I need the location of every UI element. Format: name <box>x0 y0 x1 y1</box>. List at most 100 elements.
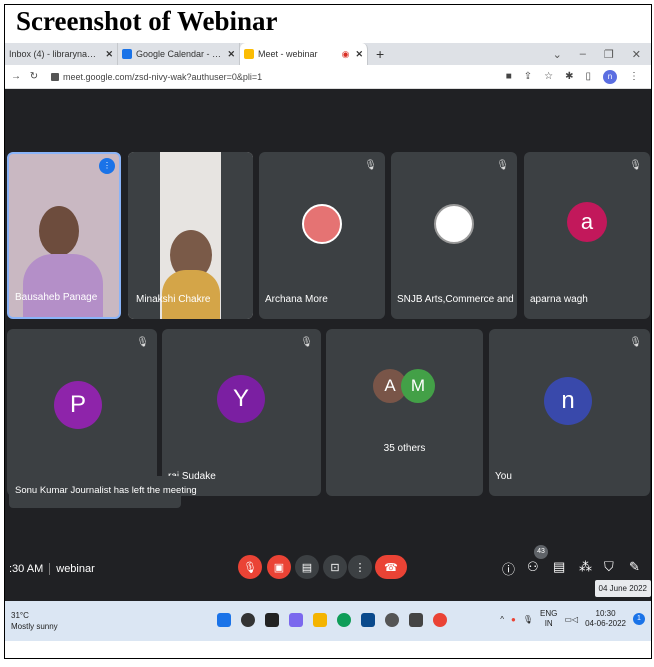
sidepanel-icon[interactable]: ▯ <box>585 71 591 82</box>
participant-tile[interactable]: Minakshi Chakre <box>128 152 253 319</box>
close-icon[interactable]: ✕ <box>105 49 113 60</box>
participant-tile[interactable]: 🎙︎ P <box>7 329 157 496</box>
mic-tray-icon[interactable]: 🎙︎ <box>523 615 533 624</box>
teams-icon[interactable] <box>289 613 303 627</box>
mic-off-icon: 🎙︎ <box>496 160 509 171</box>
host-controls-icon[interactable]: ⛉ <box>604 559 614 575</box>
tab-label: Inbox (4) - librarynacscs@gmail.c <box>9 49 99 59</box>
captions-button[interactable]: ▤ <box>295 555 319 579</box>
menu-icon[interactable]: ⋮ <box>629 71 639 82</box>
profile-avatar[interactable]: n <box>603 69 617 84</box>
search-icon[interactable] <box>241 613 255 627</box>
close-window-icon[interactable]: ✕ <box>632 48 641 61</box>
tray-app-icon[interactable]: ● <box>511 615 516 624</box>
clock[interactable]: 10:30 04-06-2022 <box>585 609 626 629</box>
participant-name: SNJB Arts,Commerce and Scie... <box>397 294 517 305</box>
weather-desc: Mostly sunny <box>11 622 58 631</box>
tab-calendar[interactable]: Google Calendar - Saturday, June ✕ <box>118 43 240 65</box>
pin-icon[interactable]: ✎ <box>629 559 640 575</box>
clock-date: 04-06-2022 <box>585 619 626 628</box>
mic-off-icon: 🎙︎ <box>629 160 642 171</box>
people-count-badge: 43 <box>534 545 548 559</box>
taskbar-apps <box>217 613 447 627</box>
new-tab-icon[interactable]: + <box>376 46 384 62</box>
participant-tile[interactable]: ⋮ Bausaheb Panage <box>7 152 121 319</box>
notification-badge[interactable]: 1 <box>633 613 645 625</box>
lock-icon <box>51 73 59 82</box>
star-icon[interactable]: ☆ <box>544 71 553 82</box>
tab-meet[interactable]: Meet - webinar ◉ ✕ <box>240 43 368 65</box>
language-indicator[interactable]: ENG IN <box>540 609 557 629</box>
avatar: P <box>54 381 102 429</box>
camera-icon[interactable]: ■ <box>506 71 512 82</box>
avatar: a <box>567 202 607 242</box>
participant-tile[interactable]: 🎙︎ Y raj Sudake <box>162 329 321 496</box>
forward-icon[interactable]: → <box>9 71 23 82</box>
region-code: IN <box>544 619 553 628</box>
tab-label: Google Calendar - Saturday, June <box>136 49 221 59</box>
others-count: 35 others <box>383 443 426 454</box>
mic-toggle-button[interactable]: 🎙︎ <box>238 555 262 579</box>
extensions-icon[interactable]: ✱ <box>565 71 573 82</box>
calendar-icon <box>122 49 132 59</box>
mic-off-icon: 🎙︎ <box>136 337 149 348</box>
speaking-icon: ⋮ <box>99 158 115 174</box>
window-controls: ⌄ – ❐ ✕ <box>553 48 651 61</box>
url-field[interactable]: meet.google.com/zsd-nivy-wak?authuser=0&… <box>51 72 262 82</box>
people-icon[interactable]: ⚇ <box>527 559 539 575</box>
weather-widget[interactable]: 31°C Mostly sunny <box>11 610 58 632</box>
file-explorer-icon[interactable] <box>313 613 327 627</box>
chevron-down-icon[interactable]: ⌄ <box>553 48 562 61</box>
meeting-name: webinar <box>56 563 95 575</box>
restore-icon[interactable]: ❐ <box>604 48 614 61</box>
others-tile[interactable]: A M 35 others <box>326 329 483 496</box>
tab-label: Meet - webinar <box>258 49 318 59</box>
share-icon[interactable]: ⇪ <box>524 71 532 82</box>
document-title: Screenshot of Webinar <box>16 6 278 36</box>
meet-icon <box>244 49 254 59</box>
avatar: M <box>401 369 435 403</box>
chrome-icon[interactable] <box>433 613 447 627</box>
person-shirt <box>23 254 103 317</box>
more-options-button[interactable]: ⋮ <box>348 555 372 579</box>
person-head <box>39 206 79 256</box>
close-icon[interactable]: ✕ <box>355 49 363 60</box>
url-text: meet.google.com/zsd-nivy-wak?authuser=0&… <box>63 71 263 82</box>
camera-app-icon[interactable] <box>409 613 423 627</box>
profile-photo <box>302 204 342 244</box>
participant-tile[interactable]: 🎙︎ SNJB Arts,Commerce and Scie... <box>391 152 517 319</box>
present-button[interactable]: ⊡ <box>323 555 347 579</box>
browser-tab-bar: Inbox (4) - librarynacscs@gmail.c ✕ Goog… <box>5 43 651 65</box>
participant-tile[interactable]: 🎙︎ Archana More <box>259 152 385 319</box>
info-icon[interactable]: ⓘ <box>502 559 515 578</box>
participant-tile[interactable]: 🎙︎ a aparna wagh <box>524 152 650 319</box>
address-bar-actions: ■ ⇪ ☆ ✱ ▯ n ⋮ <box>506 69 651 84</box>
camera-toggle-button[interactable]: ▣ <box>267 555 291 579</box>
meeting-info: :30 AM webinar <box>9 563 95 576</box>
dell-icon[interactable] <box>385 613 399 627</box>
activities-icon[interactable]: ⁂ <box>579 559 592 575</box>
reload-icon[interactable]: ↻ <box>27 71 41 82</box>
date-tooltip: 04 June 2022 <box>594 580 651 597</box>
chat-icon[interactable]: ▤ <box>553 559 565 575</box>
tab-gmail[interactable]: Inbox (4) - librarynacscs@gmail.c ✕ <box>5 43 118 65</box>
notification-toast: Sonu Kumar Journalist has left the meeti… <box>9 476 197 508</box>
participant-name: Minakshi Chakre <box>136 294 211 305</box>
store-icon[interactable] <box>361 613 375 627</box>
mic-off-icon: 🎙︎ <box>629 337 642 348</box>
mic-off-icon: 🎙︎ <box>364 160 377 171</box>
participant-tile[interactable]: 🎙︎ n You <box>489 329 650 496</box>
chevron-up-icon[interactable]: ^ <box>500 615 504 624</box>
system-tray: ^ ● 🎙︎ ENG IN ▭◁ 10:30 04-06-2022 1 <box>500 609 645 629</box>
minimize-icon[interactable]: – <box>580 48 586 61</box>
participant-name: You <box>495 471 512 482</box>
start-icon[interactable] <box>217 613 231 627</box>
task-view-icon[interactable] <box>265 613 279 627</box>
avatar: Y <box>217 375 265 423</box>
leave-call-button[interactable]: ☎ <box>375 555 407 579</box>
network-volume-icon[interactable]: ▭◁ <box>564 615 578 624</box>
close-icon[interactable]: ✕ <box>227 49 235 60</box>
clock-time: 10:30 <box>595 609 616 618</box>
windows-taskbar: 31°C Mostly sunny ^ ● 🎙︎ ENG IN ▭◁ 10:30… <box>5 601 651 641</box>
edge-icon[interactable] <box>337 613 351 627</box>
